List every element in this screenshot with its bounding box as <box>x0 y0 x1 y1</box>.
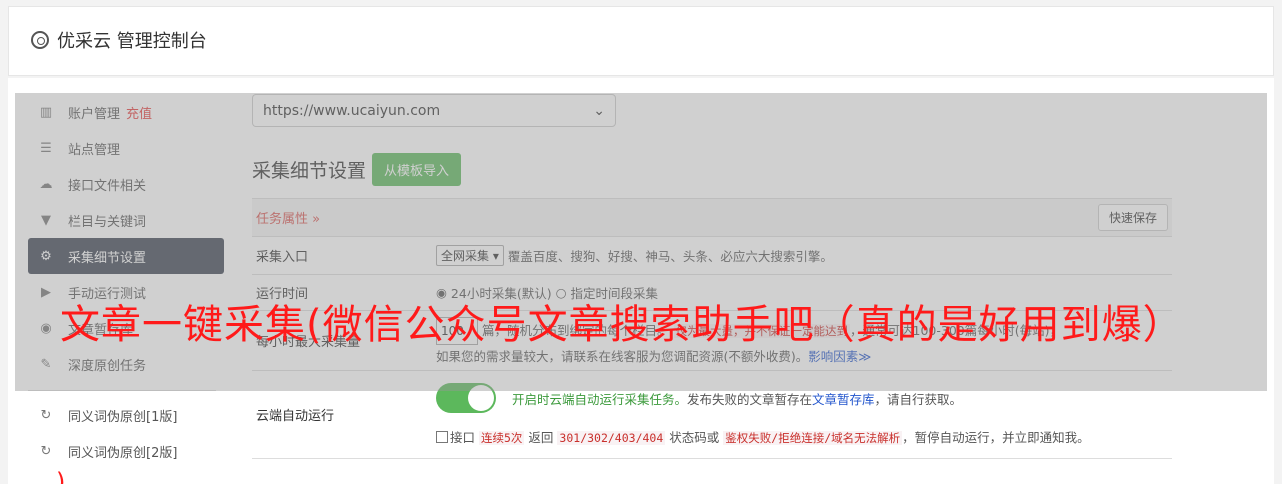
gear-icon <box>31 31 49 49</box>
headline-overlay-tail: ) <box>56 468 66 484</box>
page-title-text: 优采云 管理控制台 <box>57 31 207 52</box>
sidebar-item-label: 同义词伪原创[2版] <box>68 445 178 461</box>
fail-text3: 状态码或 <box>669 430 720 445</box>
fail-text2: 返回 <box>528 430 554 445</box>
cloud-text3: ，请自行获取。 <box>874 391 963 407</box>
header-card: 优采云 管理控制台 <box>8 6 1274 76</box>
fail-text4: ，暂停自动运行，并立即通知我。 <box>902 430 1090 445</box>
sidebar-item-label: 同义词伪原创[1版] <box>68 409 178 425</box>
notify-checkbox[interactable] <box>436 431 448 443</box>
sidebar-item-synonym-v1[interactable]: ↻ 同义词伪原创[1版] <box>28 397 224 433</box>
headline-overlay-text: 文章一键采集(微信公众号文章搜索助手吧（真的是好用到爆） <box>60 302 1184 348</box>
fail-code1: 连续5次 <box>479 431 525 445</box>
fail-code2: 301/302/403/404 <box>557 431 666 445</box>
fail-text1: 接口 <box>450 430 476 445</box>
cloud-text2: 发布失败的文章暂存在 <box>687 391 813 407</box>
cloud-text1: 开启时云端自动运行采集任务。 <box>512 391 688 407</box>
sidebar-item-synonym-v2[interactable]: ↻ 同义词伪原创[2版] <box>28 433 224 469</box>
storage-link[interactable]: 文章暂存库 <box>812 389 875 408</box>
page-title: 优采云 管理控制台 <box>31 27 207 53</box>
fail-code3: 鉴权失败/拒绝连接/域名无法解析 <box>723 431 903 445</box>
refresh-icon: ↻ <box>40 407 52 423</box>
refresh-icon: ↻ <box>40 443 52 459</box>
